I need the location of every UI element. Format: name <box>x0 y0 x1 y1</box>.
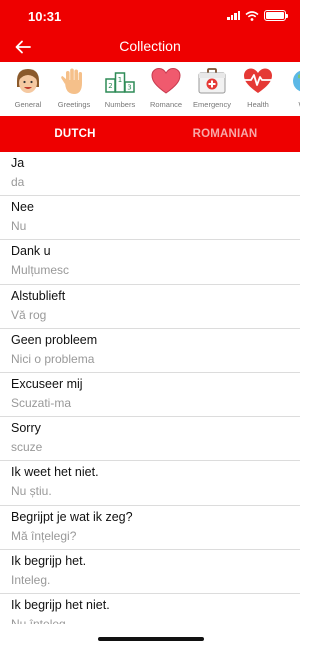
list-item[interactable]: Ik begrijp het niet. Nu înțeleg. <box>0 594 300 624</box>
phrase-source: Ik weet het niet. <box>11 465 99 480</box>
wifi-icon <box>245 10 259 21</box>
phrase-source: Ik begrijp het niet. <box>11 597 110 612</box>
category-label: Romance <box>149 100 183 109</box>
category-romance[interactable]: Romance <box>142 66 190 109</box>
phrase-translation: Vă rog <box>11 307 47 322</box>
phrase-source: Nee <box>11 200 34 215</box>
category-greetings[interactable]: Greetings <box>50 66 98 109</box>
tab-dutch[interactable]: DUTCH <box>0 116 150 152</box>
phrase-source: Ja <box>11 156 25 170</box>
category-health[interactable]: Health <box>234 66 282 109</box>
list-item[interactable]: Dank u Mulțumesc <box>0 240 300 285</box>
list-item[interactable]: Alstublieft Vă rog <box>0 285 300 329</box>
svg-text:2: 2 <box>108 82 112 90</box>
phrase-translation: Mulțumesc <box>11 263 70 278</box>
phrase-source: Begrijpt je wat ik zeg? <box>11 509 133 524</box>
home-indicator[interactable] <box>98 637 204 641</box>
category-weather[interactable]: We <box>280 66 300 109</box>
phrase-list[interactable]: Ja da Nee Nu Dank u Mulțumesc Alstublief… <box>0 152 300 624</box>
heart-icon <box>151 67 181 94</box>
category-numbers[interactable]: 2 1 3 Numbers <box>96 66 144 109</box>
list-item[interactable]: Ik weet het niet. Nu știu. <box>0 461 300 506</box>
category-general[interactable]: General <box>4 66 52 109</box>
phrase-source: Alstublieft <box>11 288 66 303</box>
battery-icon <box>264 10 288 21</box>
phrase-source: Ik begrijp het. <box>11 553 87 568</box>
list-item[interactable]: Ja da <box>0 152 300 197</box>
list-item[interactable]: Excuseer mij Scuzati-ma <box>0 373 300 418</box>
phrase-translation: Nu <box>11 219 27 234</box>
category-label: Numbers <box>104 100 136 109</box>
heartbeat-icon <box>243 68 273 93</box>
list-item[interactable]: Ik begrijp het. Inteleg. <box>0 550 300 594</box>
list-item[interactable]: Begrijpt je wat ik zeg? Mă înțelegi? <box>0 506 300 550</box>
phrase-source: Excuseer mij <box>11 376 83 391</box>
category-strip[interactable]: General Greetings 2 1 3 Numbers Romance … <box>0 62 300 116</box>
list-item[interactable]: Nee Nu <box>0 196 300 241</box>
smiling-face-icon <box>17 69 39 93</box>
phrase-source: Dank u <box>11 244 51 259</box>
language-tabs: DUTCH ROMANIAN <box>0 116 300 152</box>
phrase-translation: Nu înțeleg. <box>11 616 70 624</box>
list-item[interactable]: Sorry scuze <box>0 417 300 462</box>
phrase-source: Sorry <box>11 421 41 436</box>
phrase-translation: scuze <box>11 440 43 455</box>
page-title: Collection <box>119 38 181 54</box>
cellular-signal-icon <box>227 11 240 20</box>
category-label: General <box>14 100 42 109</box>
category-label: Health <box>247 100 269 109</box>
status-bar: 10:31 <box>0 0 300 32</box>
tab-romanian[interactable]: ROMANIAN <box>150 116 300 152</box>
phrase-translation: Scuzati-ma <box>11 395 72 410</box>
waving-hand-icon <box>61 68 82 94</box>
numbers-podium-icon: 2 1 3 <box>105 72 135 93</box>
category-label: Greetings <box>57 100 91 109</box>
status-time: 10:31 <box>28 9 62 24</box>
first-aid-kit-icon <box>198 68 226 94</box>
svg-text:3: 3 <box>127 84 131 92</box>
phrase-source: Geen probleem <box>11 332 98 347</box>
category-label: Emergency <box>193 100 231 109</box>
category-label: We <box>280 100 300 109</box>
category-emergency[interactable]: Emergency <box>188 66 236 109</box>
phrase-translation: Nu știu. <box>11 484 52 499</box>
phrase-translation: Mă înțelegi? <box>11 528 77 543</box>
phrase-translation: Nici o problema <box>11 351 95 366</box>
phrase-translation: Inteleg. <box>11 572 51 587</box>
globe-icon <box>293 70 300 92</box>
navigation-bar: Collection <box>0 32 300 62</box>
status-icons <box>227 10 288 21</box>
phrase-translation: da <box>11 175 25 189</box>
list-item[interactable]: Geen probleem Nici o problema <box>0 329 300 373</box>
svg-text:1: 1 <box>118 76 122 84</box>
